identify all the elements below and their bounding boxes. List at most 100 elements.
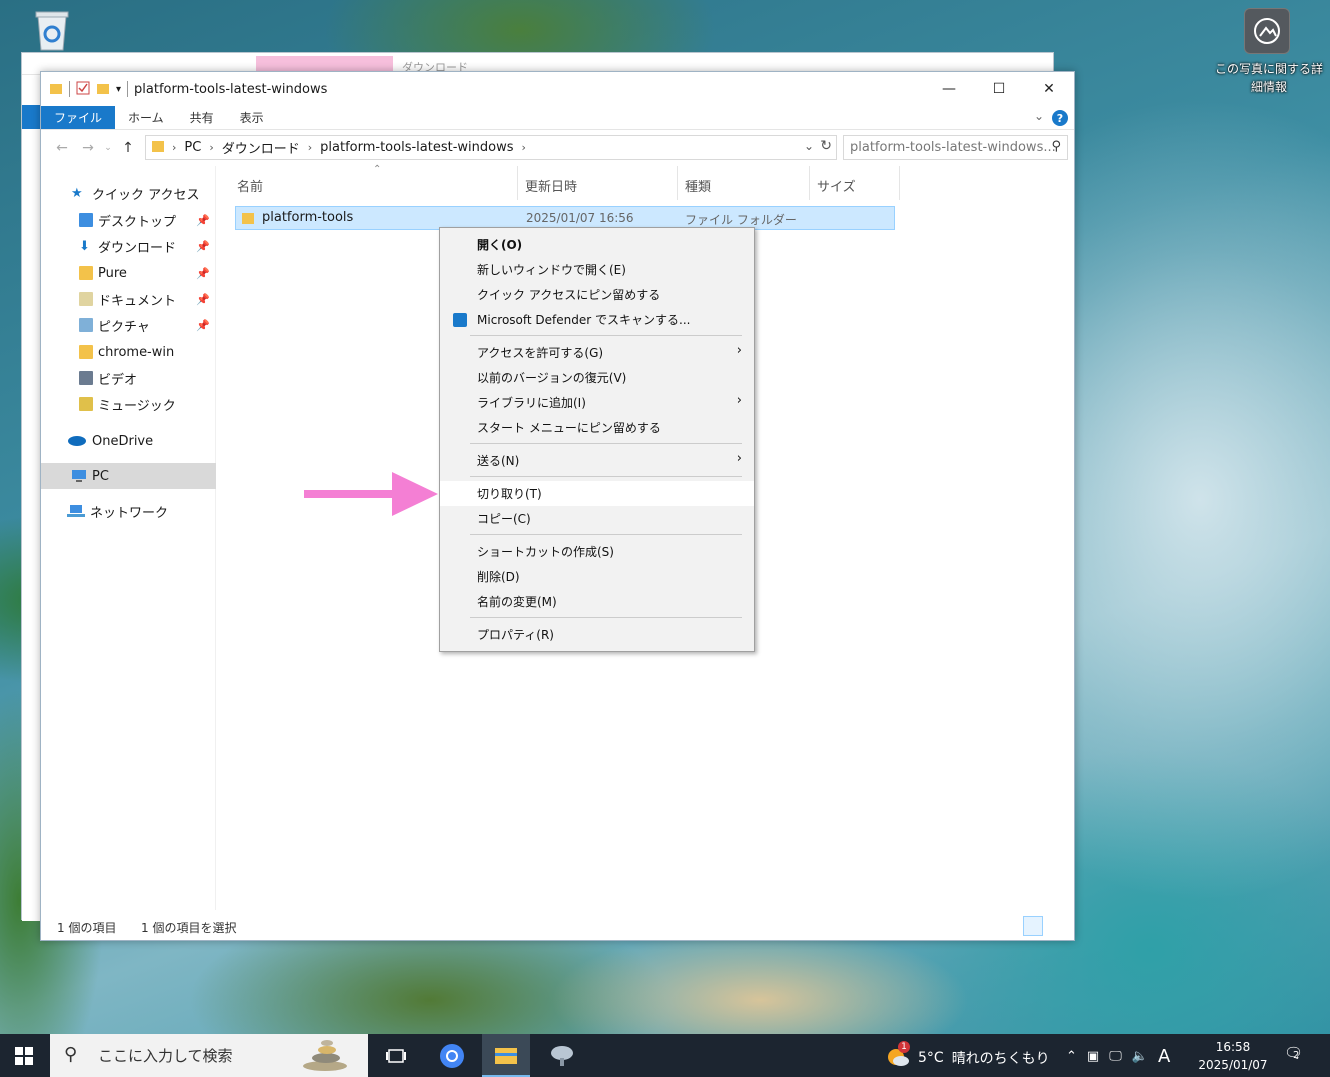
file-explorer-icon[interactable] <box>482 1034 530 1077</box>
folder-icon <box>79 345 93 359</box>
close-button[interactable]: ✕ <box>1024 72 1074 106</box>
menu-item-copy[interactable]: コピー(C) <box>440 506 754 531</box>
system-tray: ⌃ ▣ 🖵 🔈 A <box>1066 1046 1170 1067</box>
pin-icon[interactable]: 📌 <box>196 214 210 227</box>
nav-quick-access[interactable]: ★ クイック アクセス <box>41 180 216 206</box>
breadcrumb-pc[interactable]: PC <box>184 140 201 155</box>
task-view-icon[interactable] <box>372 1034 420 1077</box>
recent-locations-icon[interactable]: ⌄ <box>101 143 115 153</box>
menu-item-restore-versions[interactable]: 以前のバージョンの復元(V) <box>440 365 754 390</box>
selection-count: 1 個の項目を選択 <box>141 921 237 935</box>
menu-item-give-access[interactable]: アクセスを許可する(G) › <box>440 340 754 365</box>
address-dropdown-icon[interactable]: ⌄ <box>804 139 814 153</box>
column-header-date[interactable]: 更新日時 <box>525 176 577 195</box>
taskbar-search-input[interactable]: ⚲ ここに入力して検索 <box>50 1034 368 1077</box>
notification-count: 2 <box>1293 1050 1300 1061</box>
notification-center-icon[interactable]: 🗨 2 <box>1284 1044 1303 1062</box>
volume-icon[interactable]: 🔈 <box>1132 1049 1148 1064</box>
menu-item-label: Microsoft Defender でスキャンする... <box>477 313 691 327</box>
navigation-pane: ★ クイック アクセス デスクトップ 📌 ⬇ ダウンロード 📌 Pure 📌 ド… <box>41 166 216 910</box>
title-bar[interactable]: ▾ platform-tools-latest-windows — ☐ ✕ <box>41 72 1074 106</box>
network-icon[interactable]: 🖵 <box>1109 1049 1122 1064</box>
nav-label: ネットワーク <box>90 505 169 521</box>
qat-dropdown-icon[interactable]: ▾ <box>116 84 121 95</box>
nav-network[interactable]: ネットワーク <box>41 498 216 524</box>
start-button[interactable] <box>0 1034 48 1077</box>
column-header-size[interactable]: サイズ <box>817 176 856 195</box>
menu-item-delete[interactable]: 削除(D) <box>440 564 754 589</box>
file-name: platform-tools <box>262 210 354 225</box>
forward-arrow-icon[interactable]: → <box>75 140 101 156</box>
show-hidden-icons-chevron-icon[interactable]: ⌃ <box>1066 1049 1077 1064</box>
nav-pure[interactable]: Pure 📌 <box>41 260 216 286</box>
address-row: ← → ⌄ ↑ › PC › ダウンロード › platform-tools-l… <box>41 130 1074 166</box>
nav-label: クイック アクセス <box>92 187 200 203</box>
pin-icon[interactable]: 📌 <box>196 319 210 332</box>
breadcrumb-current[interactable]: platform-tools-latest-windows <box>320 140 513 155</box>
submenu-arrow-icon: › <box>736 393 742 408</box>
recycle-bin-icon[interactable] <box>32 8 72 52</box>
properties-check-icon[interactable] <box>76 81 90 98</box>
network-icon <box>67 504 85 518</box>
photo-info-icon[interactable] <box>1244 8 1290 54</box>
nav-videos[interactable]: ビデオ <box>41 365 216 391</box>
breadcrumb-downloads[interactable]: ダウンロード <box>222 138 300 157</box>
folder-icon <box>152 139 164 157</box>
menu-item-include-library[interactable]: ライブラリに追加(I) › <box>440 390 754 415</box>
tab-file[interactable]: ファイル <box>41 106 116 129</box>
tab-home[interactable]: ホーム <box>115 106 177 129</box>
photo-info-label[interactable]: この写真に関する詳細情報 <box>1214 60 1324 96</box>
pin-icon[interactable]: 📌 <box>196 267 210 280</box>
new-folder-icon[interactable] <box>96 81 110 98</box>
clock[interactable]: 16:58 2025/01/07 <box>1196 1038 1270 1074</box>
menu-item-pin-quick-access[interactable]: クイック アクセスにピン留めする <box>440 282 754 307</box>
weather-widget[interactable]: 1 5°C 晴れのちくもり <box>886 1041 1050 1071</box>
nav-desktop[interactable]: デスクトップ 📌 <box>41 207 216 233</box>
weather-temperature: 5°C <box>918 1050 944 1066</box>
nav-label: ドキュメント <box>98 293 177 309</box>
menu-item-rename[interactable]: 名前の変更(M) <box>440 589 754 614</box>
menu-item-open-new-window[interactable]: 新しいウィンドウで開く(E) <box>440 257 754 282</box>
search-input[interactable]: platform-tools-latest-windows... ⚲ <box>843 135 1068 160</box>
nav-downloads[interactable]: ⬇ ダウンロード 📌 <box>41 233 216 259</box>
help-icon[interactable]: ? <box>1052 110 1068 126</box>
details-view-button[interactable] <box>1023 916 1043 936</box>
tab-share[interactable]: 共有 <box>177 106 227 129</box>
weather-description: 晴れのちくもり <box>951 1051 1050 1067</box>
address-bar[interactable]: › PC › ダウンロード › platform-tools-latest-wi… <box>145 135 837 160</box>
nav-music[interactable]: ミュージック <box>41 391 216 417</box>
back-arrow-icon[interactable]: ← <box>49 140 75 156</box>
chrome-icon[interactable] <box>428 1034 476 1077</box>
item-count: 1 個の項目 <box>57 921 117 935</box>
refresh-icon[interactable]: ↻ <box>820 138 832 154</box>
menu-item-cut[interactable]: 切り取り(T) <box>440 481 754 506</box>
app-icon[interactable] <box>538 1034 586 1077</box>
quick-access-toolbar: ▾ <box>41 81 129 98</box>
ime-indicator[interactable]: A <box>1158 1046 1170 1067</box>
maximize-button[interactable]: ☐ <box>974 72 1024 106</box>
nav-onedrive[interactable]: OneDrive <box>41 428 216 454</box>
menu-item-properties[interactable]: プロパティ(R) <box>440 622 754 647</box>
large-icons-view-button[interactable] <box>1046 916 1066 936</box>
column-header-name[interactable]: 名前 <box>237 176 263 195</box>
nav-pc[interactable]: PC <box>41 463 216 489</box>
menu-item-create-shortcut[interactable]: ショートカットの作成(S) <box>440 539 754 564</box>
tab-view[interactable]: 表示 <box>227 106 277 129</box>
menu-item-pin-start[interactable]: スタート メニューにピン留めする <box>440 415 754 440</box>
menu-item-label: アクセスを許可する(G) <box>477 346 604 360</box>
menu-item-defender-scan[interactable]: Microsoft Defender でスキャンする... <box>440 307 754 332</box>
minimize-button[interactable]: — <box>924 72 974 106</box>
column-header-type[interactable]: 種類 <box>685 176 711 195</box>
menu-item-send-to[interactable]: 送る(N) › <box>440 448 754 473</box>
meet-now-icon[interactable]: ▣ <box>1087 1049 1099 1064</box>
expand-ribbon-icon[interactable]: ⌄ <box>1034 109 1044 123</box>
pin-icon[interactable]: 📌 <box>196 240 210 253</box>
nav-chrome-win[interactable]: chrome-win <box>41 339 216 365</box>
pin-icon[interactable]: 📌 <box>196 293 210 306</box>
nav-documents[interactable]: ドキュメント 📌 <box>41 286 216 312</box>
context-menu: 開く(O) 新しいウィンドウで開く(E) クイック アクセスにピン留めする Mi… <box>439 227 755 652</box>
menu-item-open[interactable]: 開く(O) <box>440 232 754 257</box>
up-arrow-icon[interactable]: ↑ <box>115 140 141 156</box>
nav-label: Pure <box>98 265 127 281</box>
nav-pictures[interactable]: ピクチャ 📌 <box>41 312 216 338</box>
